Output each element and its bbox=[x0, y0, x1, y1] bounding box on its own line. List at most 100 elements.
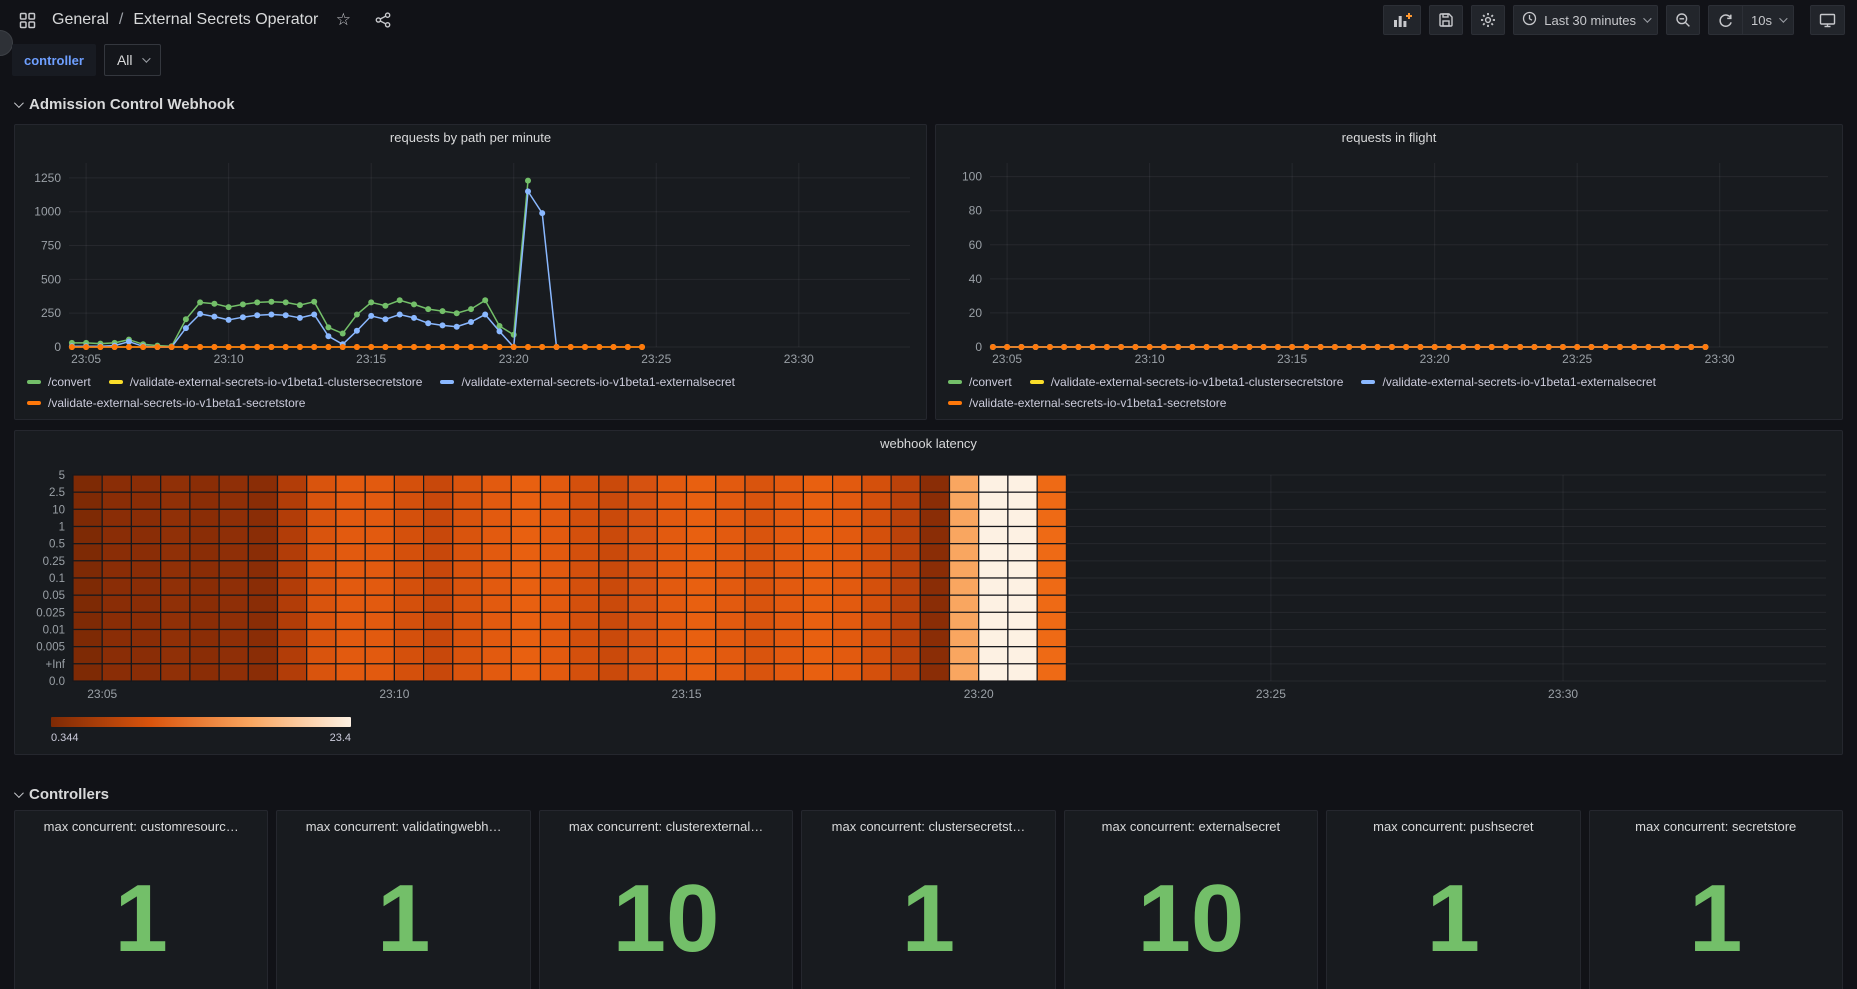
legend-item[interactable]: /validate-external-secrets-io-v1beta1-ex… bbox=[440, 375, 734, 389]
series-name: /validate-external-secrets-io-v1beta1-ex… bbox=[461, 375, 734, 389]
panel-webhook-latency: webhook latency 23:0523:1023:1523:2023:2… bbox=[14, 430, 1843, 755]
legend-item[interactable]: /validate-external-secrets-io-v1beta1-ex… bbox=[1361, 375, 1655, 389]
stat-value: 10 bbox=[1065, 859, 1317, 979]
breadcrumb-separator: / bbox=[119, 11, 123, 29]
stat-panel-4: max concurrent: clustersecretst… 1 bbox=[801, 810, 1055, 989]
svg-text:23:10: 23:10 bbox=[214, 352, 244, 366]
series-name: /validate-external-secrets-io-v1beta1-ex… bbox=[1382, 375, 1655, 389]
share-icon[interactable] bbox=[368, 5, 398, 35]
stat-panel-title[interactable]: max concurrent: clustersecretst… bbox=[802, 819, 1054, 834]
clock-icon bbox=[1522, 11, 1537, 29]
dashboard-settings-button[interactable] bbox=[1471, 5, 1505, 35]
legend-item[interactable]: /validate-external-secrets-io-v1beta1-cl… bbox=[1030, 375, 1344, 389]
color-gradient-bar bbox=[51, 717, 351, 727]
stats-row: max concurrent: customresourc…1max concu… bbox=[14, 810, 1843, 989]
svg-text:23:25: 23:25 bbox=[1256, 687, 1286, 701]
series-color-swatch bbox=[1030, 380, 1044, 384]
legend-item[interactable]: /validate-external-secrets-io-v1beta1-se… bbox=[948, 396, 1226, 410]
stat-panel-title[interactable]: max concurrent: externalsecret bbox=[1065, 819, 1317, 834]
svg-text:+Inf: +Inf bbox=[45, 659, 65, 671]
svg-text:23:05: 23:05 bbox=[992, 352, 1022, 366]
legend-item[interactable]: /validate-external-secrets-io-v1beta1-cl… bbox=[109, 375, 423, 389]
svg-text:0.01: 0.01 bbox=[43, 625, 65, 637]
breadcrumb-section[interactable]: General bbox=[52, 11, 109, 29]
series-name: /validate-external-secrets-io-v1beta1-se… bbox=[969, 396, 1226, 410]
variable-value-dropdown[interactable]: All bbox=[104, 44, 161, 76]
stat-value: 1 bbox=[802, 859, 1054, 979]
legend-item[interactable]: /convert bbox=[27, 375, 91, 389]
refresh-interval-label: 10s bbox=[1751, 13, 1772, 28]
stat-panel-5: max concurrent: externalsecret 10 bbox=[1064, 810, 1318, 989]
svg-text:1000: 1000 bbox=[34, 205, 61, 219]
svg-text:0.05: 0.05 bbox=[43, 590, 65, 602]
refresh-button[interactable] bbox=[1708, 5, 1742, 35]
series-color-swatch bbox=[27, 401, 41, 405]
heatmap-chart[interactable]: 23:0523:1023:1523:2023:2523:3052.51010.5… bbox=[23, 467, 1836, 707]
time-range-picker[interactable]: Last 30 minutes bbox=[1513, 5, 1658, 35]
svg-text:0.0: 0.0 bbox=[49, 676, 65, 688]
stat-value: 1 bbox=[277, 859, 529, 979]
svg-text:23:15: 23:15 bbox=[1277, 352, 1307, 366]
svg-text:23:10: 23:10 bbox=[379, 687, 409, 701]
heatmap-color-scale: 0.344 23.4 bbox=[51, 717, 351, 744]
svg-text:23:25: 23:25 bbox=[641, 352, 671, 366]
chart-legend: /convert/validate-external-secrets-io-v1… bbox=[948, 371, 1836, 413]
svg-text:23:15: 23:15 bbox=[672, 687, 702, 701]
svg-text:100: 100 bbox=[962, 170, 982, 184]
stat-panel-title[interactable]: max concurrent: customresourc… bbox=[15, 819, 267, 834]
variable-bar: controller All bbox=[12, 44, 161, 76]
section-title: Admission Control Webhook bbox=[29, 96, 235, 113]
stat-panel-title[interactable]: max concurrent: clusterexternal… bbox=[540, 819, 792, 834]
apps-grid-icon[interactable] bbox=[12, 5, 42, 35]
cycle-view-mode-button[interactable] bbox=[1810, 5, 1845, 35]
stat-panel-7: max concurrent: secretstore1 bbox=[1589, 810, 1843, 989]
svg-text:1: 1 bbox=[59, 522, 65, 534]
panel-title[interactable]: webhook latency bbox=[15, 436, 1842, 451]
stat-panel-3: max concurrent: clusterexternal…10 bbox=[539, 810, 793, 989]
legend-item[interactable]: /convert bbox=[948, 375, 1012, 389]
breadcrumb: General / External Secrets Operator ☆ bbox=[12, 5, 398, 35]
stat-panel-title[interactable]: max concurrent: pushsecret bbox=[1327, 819, 1579, 834]
series-color-swatch bbox=[27, 380, 41, 384]
scale-min: 0.344 bbox=[51, 732, 79, 744]
chart-legend: /convert/validate-external-secrets-io-v1… bbox=[27, 371, 920, 413]
grafana-dashboard: General / External Secrets Operator ☆ bbox=[0, 0, 1857, 989]
panel-title[interactable]: requests by path per minute bbox=[15, 130, 926, 145]
star-icon[interactable]: ☆ bbox=[328, 5, 358, 35]
stat-panel-1: max concurrent: customresourc…1 bbox=[14, 810, 268, 989]
series-name: /validate-external-secrets-io-v1beta1-se… bbox=[48, 396, 305, 410]
section-admission-control-webhook[interactable]: Admission Control Webhook bbox=[14, 96, 235, 113]
chevron-down-icon bbox=[1643, 14, 1651, 22]
legend-item[interactable]: /validate-external-secrets-io-v1beta1-se… bbox=[27, 396, 305, 410]
panel-title[interactable]: requests in flight bbox=[936, 130, 1842, 145]
svg-text:40: 40 bbox=[969, 272, 983, 286]
add-panel-button[interactable] bbox=[1383, 5, 1421, 35]
section-controllers[interactable]: Controllers bbox=[14, 786, 109, 803]
timeseries-chart[interactable]: 02505007501000125023:0523:1023:1523:2023… bbox=[23, 153, 918, 369]
svg-text:23:20: 23:20 bbox=[499, 352, 529, 366]
stat-panel-title[interactable]: max concurrent: validatingwebh… bbox=[277, 819, 529, 834]
svg-text:0.005: 0.005 bbox=[36, 642, 65, 654]
zoom-out-button[interactable] bbox=[1666, 5, 1700, 35]
save-dashboard-button[interactable] bbox=[1429, 5, 1463, 35]
svg-text:23:30: 23:30 bbox=[1548, 687, 1578, 701]
svg-text:80: 80 bbox=[969, 204, 983, 218]
refresh-interval-picker[interactable]: 10s bbox=[1742, 5, 1794, 35]
panel-requests-by-path: requests by path per minute 025050075010… bbox=[14, 124, 927, 420]
svg-text:23:15: 23:15 bbox=[356, 352, 386, 366]
stat-panel-2: max concurrent: validatingwebh… 1 bbox=[276, 810, 530, 989]
svg-text:23:05: 23:05 bbox=[71, 352, 101, 366]
stat-panel-title[interactable]: max concurrent: secretstore bbox=[1590, 819, 1842, 834]
timeseries-chart[interactable]: 02040608010023:0523:1023:1523:2023:2523:… bbox=[944, 153, 1836, 369]
svg-text:23:10: 23:10 bbox=[1135, 352, 1165, 366]
chevron-down-icon bbox=[142, 54, 150, 62]
series-color-swatch bbox=[948, 401, 962, 405]
variable-label-controller[interactable]: controller bbox=[12, 44, 96, 76]
svg-text:5: 5 bbox=[59, 470, 65, 482]
section-title: Controllers bbox=[29, 786, 109, 803]
svg-text:20: 20 bbox=[969, 306, 983, 320]
variable-value: All bbox=[117, 52, 133, 68]
svg-text:750: 750 bbox=[41, 239, 61, 253]
svg-text:250: 250 bbox=[41, 306, 61, 320]
series-color-swatch bbox=[109, 380, 123, 384]
